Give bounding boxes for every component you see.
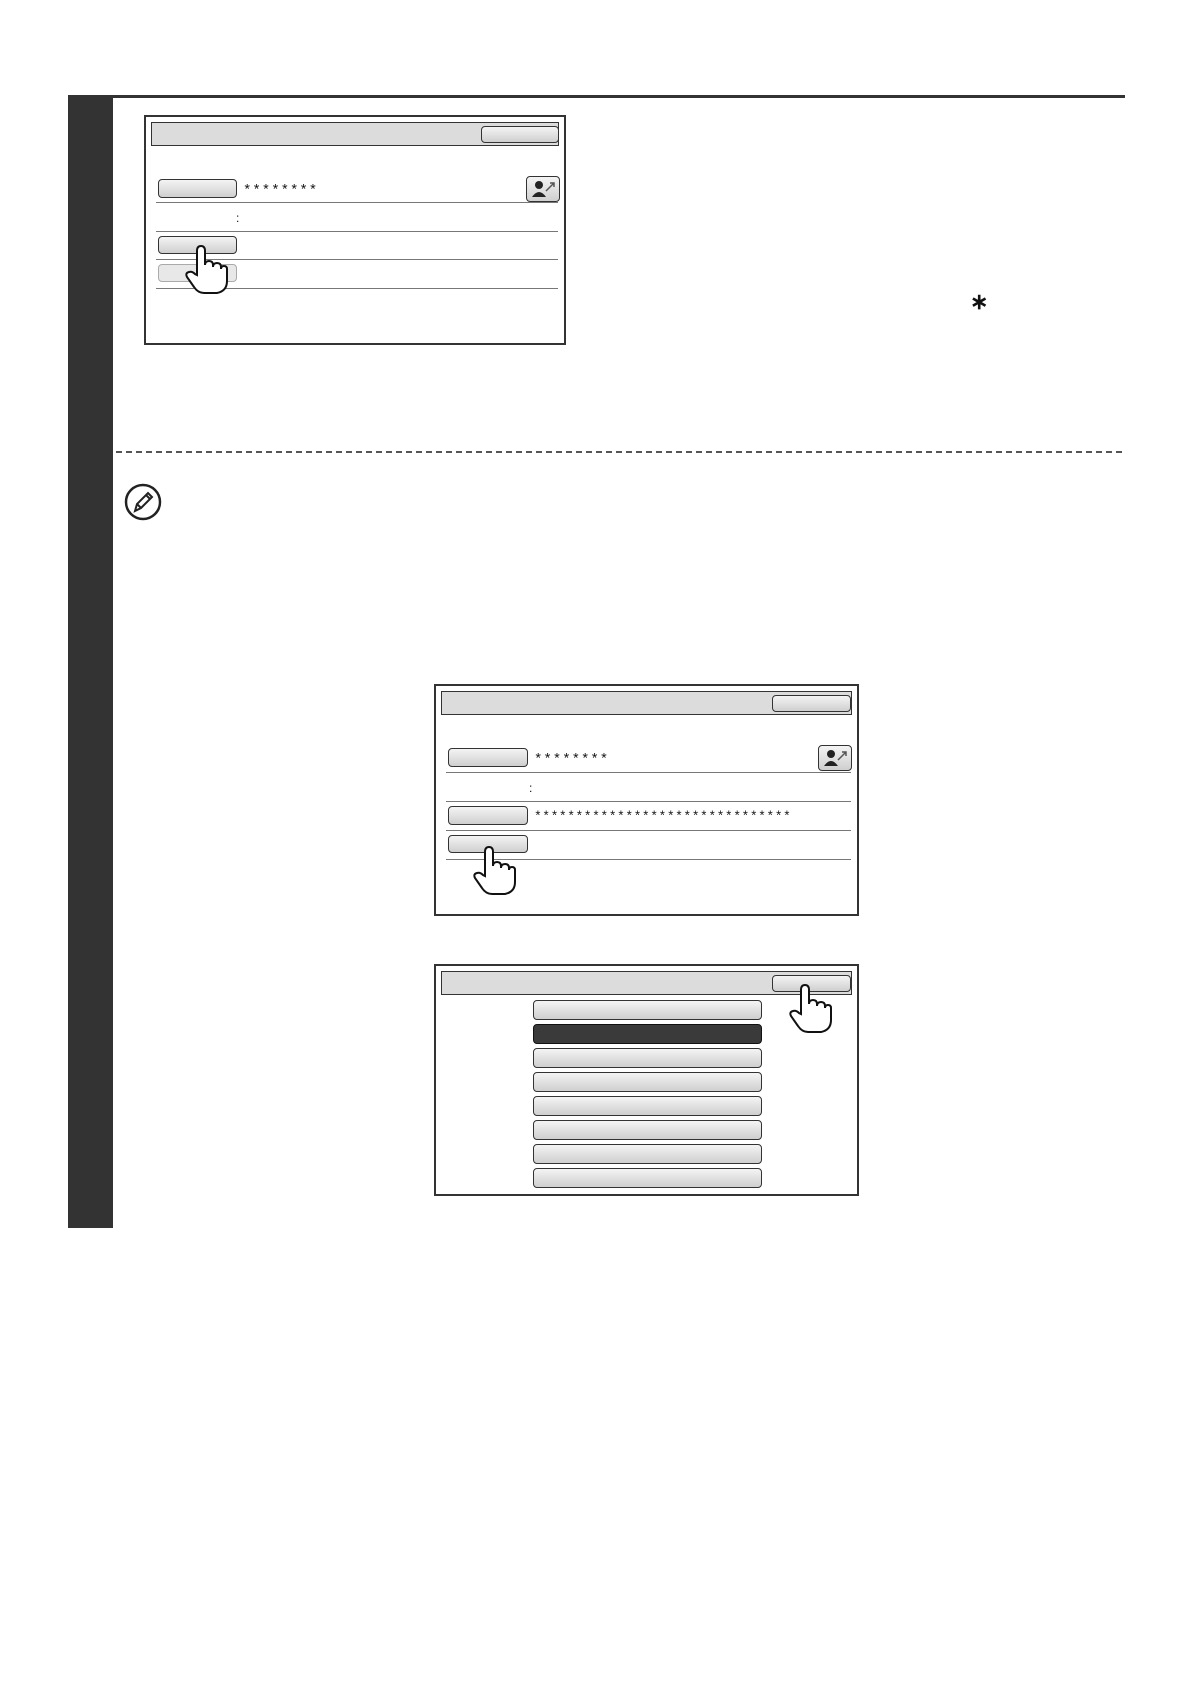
option-key[interactable] (533, 1144, 762, 1164)
top-rule (104, 95, 1125, 98)
row-divider (446, 772, 851, 773)
user-select-button[interactable] (818, 745, 852, 771)
row-divider (446, 801, 851, 802)
title-button[interactable] (772, 695, 851, 712)
password-mask: ******** (534, 752, 610, 768)
screen-password-entry: ******** : (144, 115, 566, 345)
password-key[interactable] (158, 179, 237, 198)
key-entry-button[interactable] (448, 806, 528, 825)
hand-pointer-icon (473, 846, 516, 895)
title-button[interactable] (481, 126, 559, 143)
dashed-separator (116, 451, 1122, 453)
option-key[interactable] (533, 1120, 762, 1140)
asterisk-mark: ∗ (970, 289, 989, 314)
row-divider (446, 830, 851, 831)
step-side-bar (68, 95, 113, 1228)
hand-pointer-icon (789, 984, 832, 1033)
screen-key-entry: ******** : *****************************… (434, 684, 859, 916)
field-separator: : (236, 211, 240, 225)
option-key[interactable] (533, 1000, 762, 1020)
option-key[interactable] (533, 1072, 762, 1092)
option-key[interactable] (533, 1168, 762, 1188)
option-key-selected[interactable] (533, 1024, 762, 1044)
key-mask: ******************************* (534, 809, 792, 824)
option-key[interactable] (533, 1048, 762, 1068)
password-key[interactable] (448, 748, 528, 767)
user-arrow-icon (532, 181, 555, 197)
field-separator: : (529, 781, 533, 795)
option-key[interactable] (533, 1096, 762, 1116)
row-divider (156, 231, 558, 232)
user-select-button[interactable] (526, 176, 560, 202)
password-mask: ******** (243, 183, 319, 199)
user-arrow-icon (824, 750, 847, 766)
screen-encryption-select (434, 964, 859, 1196)
row-divider (156, 202, 558, 203)
pencil-note-icon (124, 483, 162, 521)
hand-pointer-icon (185, 245, 228, 294)
